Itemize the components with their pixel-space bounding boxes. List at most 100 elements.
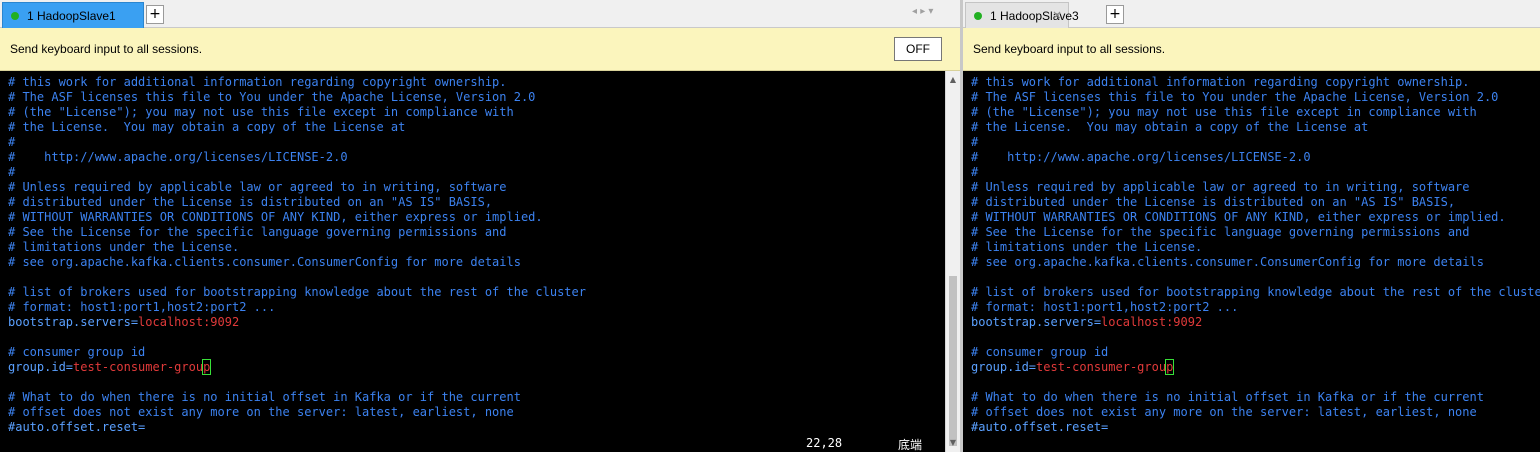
- terminal-line: group.id=test-consumer-group: [8, 359, 586, 375]
- terminal-line: # (the "License"); you may not use this …: [971, 105, 1540, 120]
- terminal-line: # distributed under the License is distr…: [8, 195, 586, 210]
- terminal-line: # Unless required by applicable law or a…: [971, 180, 1540, 195]
- left-session-pane: 1 HadoopSlave1 + ◂ ▸ ▾ Send keyboard inp…: [0, 0, 960, 452]
- terminal-line: #auto.offset.reset=: [971, 420, 1540, 435]
- terminal-line: #: [8, 135, 586, 150]
- terminal-line: # See the License for the specific langu…: [971, 225, 1540, 240]
- terminal-text: # offset does not exist any more on the …: [971, 405, 1477, 419]
- terminal-line: # distributed under the License is distr…: [971, 195, 1540, 210]
- terminal-output[interactable]: # this work for additional information r…: [963, 71, 1540, 452]
- scrollbar-thumb[interactable]: [949, 276, 957, 446]
- terminal-text: # What to do when there is no initial of…: [971, 390, 1484, 404]
- terminal-line: group.id=test-consumer-group: [971, 359, 1540, 375]
- terminal-text: # consumer group id: [8, 345, 146, 359]
- terminal-line: #: [971, 165, 1540, 180]
- broadcast-banner: Send keyboard input to all sessions. OFF: [0, 28, 960, 71]
- terminal-text: # the License. You may obtain a copy of …: [8, 120, 406, 134]
- terminal-text: # WITHOUT WARRANTIES OR CONDITIONS OF AN…: [971, 210, 1506, 224]
- terminal-text: group.id=: [8, 360, 74, 374]
- tab-label: 1 HadoopSlave3: [990, 8, 1079, 23]
- terminal-text: # distributed under the License is distr…: [971, 195, 1456, 209]
- vertical-scrollbar[interactable]: ▲ ▼: [945, 71, 960, 452]
- terminal-text: # See the License for the specific langu…: [971, 225, 1470, 239]
- tab-hadoopslave3[interactable]: 1 HadoopSlave3 ×: [965, 2, 1079, 28]
- terminal-line: # offset does not exist any more on the …: [8, 405, 586, 420]
- banner-text: Send keyboard input to all sessions.: [973, 42, 1166, 56]
- broadcast-off-button[interactable]: OFF: [894, 37, 942, 61]
- terminal-line: # see org.apache.kafka.clients.consumer.…: [971, 255, 1540, 270]
- tab-scroll-arrows-icon[interactable]: ◂ ▸ ▾: [912, 6, 933, 17]
- scroll-down-icon[interactable]: ▼: [946, 436, 960, 450]
- terminal-line: # What to do when there is no initial of…: [8, 390, 586, 405]
- terminal-text: # limitations under the License.: [8, 240, 240, 254]
- terminal-text: # format: host1:port1,host2:port2 ...: [971, 300, 1239, 314]
- close-tab-icon[interactable]: ×: [1052, 8, 1062, 22]
- terminal-text: # consumer group id: [971, 345, 1109, 359]
- terminal-text: # see org.apache.kafka.clients.consumer.…: [8, 255, 521, 269]
- terminal-line: # Unless required by applicable law or a…: [8, 180, 586, 195]
- terminal-text: bootstrap.servers=: [8, 315, 139, 329]
- terminal-line: # limitations under the License.: [8, 240, 586, 255]
- terminal-line: #auto.offset.reset=: [8, 420, 586, 435]
- banner-text: Send keyboard input to all sessions.: [10, 42, 203, 56]
- terminal-line: # WITHOUT WARRANTIES OR CONDITIONS OF AN…: [971, 210, 1540, 225]
- text-cursor: p: [1165, 359, 1175, 375]
- terminal-text: #auto.offset.reset=: [8, 420, 146, 434]
- terminal-text: # http://www.apache.org/licenses/LICENSE…: [971, 150, 1311, 164]
- tab-label: 1 HadoopSlave1: [27, 8, 116, 23]
- vim-scroll-mode: 底端: [898, 438, 923, 452]
- terminal-line: # limitations under the License.: [971, 240, 1540, 255]
- connected-status-icon: [974, 11, 982, 20]
- right-session-pane: 1 HadoopSlave3 × + Send keyboard input t…: [963, 0, 1540, 452]
- tab-bar: 1 HadoopSlave1 + ◂ ▸ ▾: [0, 0, 960, 28]
- add-tab-button[interactable]: +: [146, 5, 164, 24]
- tab-bar: 1 HadoopSlave3 × +: [963, 0, 1540, 28]
- terminal-line: # The ASF licenses this file to You unde…: [971, 90, 1540, 105]
- terminal-text: # distributed under the License is distr…: [8, 195, 493, 209]
- terminal-line: #: [971, 135, 1540, 150]
- terminal-text: # See the License for the specific langu…: [8, 225, 507, 239]
- terminal-text: localhost:9092: [1101, 315, 1203, 329]
- terminal-text: # this work for additional information r…: [8, 75, 507, 89]
- terminal-text: # WITHOUT WARRANTIES OR CONDITIONS OF AN…: [8, 210, 543, 224]
- terminal-text: # What to do when there is no initial of…: [8, 390, 521, 404]
- terminal-output[interactable]: # this work for additional information r…: [0, 71, 945, 452]
- terminal-text: # list of brokers used for bootstrapping…: [971, 285, 1540, 299]
- terminal-text: # the License. You may obtain a copy of …: [971, 120, 1369, 134]
- terminal-line: # See the License for the specific langu…: [8, 225, 586, 240]
- terminal-text: # (the "License"); you may not use this …: [971, 105, 1477, 119]
- terminal-line: # (the "License"); you may not use this …: [8, 105, 586, 120]
- tab-hadoopslave1[interactable]: 1 HadoopSlave1: [2, 2, 144, 28]
- terminal-text: # Unless required by applicable law or a…: [8, 180, 507, 194]
- terminal-line: #: [8, 165, 586, 180]
- terminal-text: # format: host1:port1,host2:port2 ...: [8, 300, 276, 314]
- terminal-line: # What to do when there is no initial of…: [971, 390, 1540, 405]
- terminal-text: #: [8, 165, 16, 179]
- terminal-line: bootstrap.servers=localhost:9092: [971, 315, 1540, 330]
- terminal-line: # this work for additional information r…: [971, 75, 1540, 90]
- terminal-text: # this work for additional information r…: [971, 75, 1470, 89]
- terminal-line: # the License. You may obtain a copy of …: [971, 120, 1540, 135]
- terminal-text: # (the "License"); you may not use this …: [8, 105, 514, 119]
- terminal-text: # The ASF licenses this file to You unde…: [8, 90, 536, 104]
- terminal-text: #: [971, 165, 979, 179]
- terminal-text: # see org.apache.kafka.clients.consumer.…: [971, 255, 1484, 269]
- terminal-line: # http://www.apache.org/licenses/LICENSE…: [971, 150, 1540, 165]
- connected-status-icon: [11, 11, 19, 20]
- terminal-line: # consumer group id: [8, 345, 586, 360]
- terminal-text: #: [8, 135, 16, 149]
- text-cursor: p: [202, 359, 212, 375]
- terminal-text: # limitations under the License.: [971, 240, 1203, 254]
- terminal-line: # this work for additional information r…: [8, 75, 586, 90]
- broadcast-banner: Send keyboard input to all sessions.: [963, 28, 1540, 71]
- terminal-line: # format: host1:port1,host2:port2 ...: [8, 300, 586, 315]
- terminal-line: # format: host1:port1,host2:port2 ...: [971, 300, 1540, 315]
- add-tab-button[interactable]: +: [1106, 5, 1124, 24]
- terminal-text: # offset does not exist any more on the …: [8, 405, 514, 419]
- terminal-line: # consumer group id: [971, 345, 1540, 360]
- cursor-position: 22,28: [806, 436, 843, 450]
- scroll-up-icon[interactable]: ▲: [946, 73, 960, 87]
- terminal-text: #: [971, 135, 979, 149]
